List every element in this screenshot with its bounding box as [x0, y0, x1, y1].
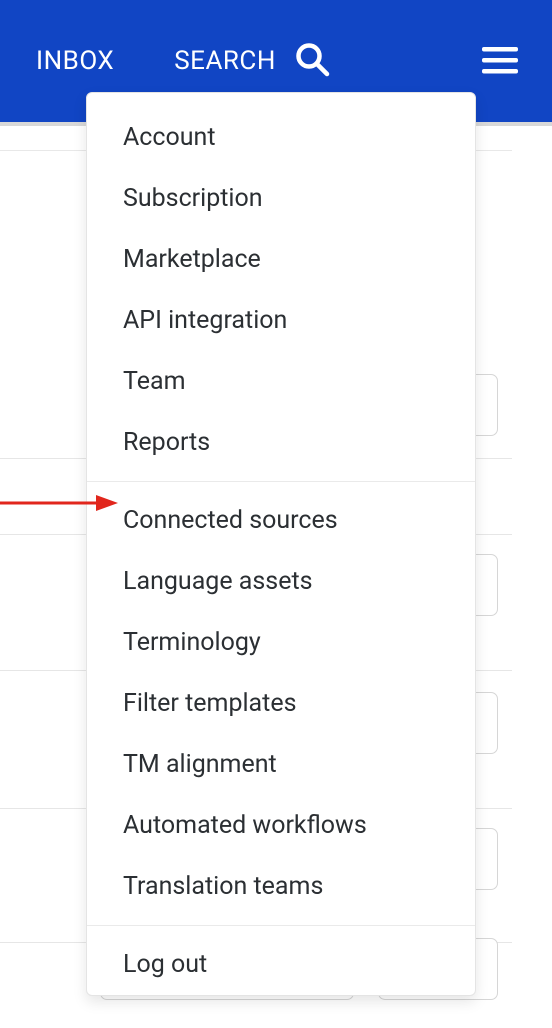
menu-divider	[87, 925, 475, 926]
menu-item-reports[interactable]: Reports	[87, 412, 475, 473]
search-icon	[294, 41, 330, 81]
menu-item-language-assets[interactable]: Language assets	[87, 551, 475, 612]
menu-item-subscription[interactable]: Subscription	[87, 168, 475, 229]
tab-inbox[interactable]: INBOX	[36, 46, 114, 76]
menu-item-filter-templates[interactable]: Filter templates	[87, 673, 475, 734]
account-dropdown-menu: Account Subscription Marketplace API int…	[86, 92, 476, 996]
menu-item-team[interactable]: Team	[87, 351, 475, 412]
menu-item-marketplace[interactable]: Marketplace	[87, 229, 475, 290]
menu-item-terminology[interactable]: Terminology	[87, 612, 475, 673]
menu-item-connected-sources[interactable]: Connected sources	[87, 490, 475, 551]
menu-item-api-integration[interactable]: API integration	[87, 290, 475, 351]
menu-item-automated-workflows[interactable]: Automated workflows	[87, 795, 475, 856]
tab-search[interactable]: SEARCH	[174, 41, 330, 81]
menu-item-account[interactable]: Account	[87, 93, 475, 168]
menu-item-translation-teams[interactable]: Translation teams	[87, 856, 475, 917]
search-label: SEARCH	[174, 46, 276, 76]
menu-item-log-out[interactable]: Log out	[87, 934, 475, 995]
hamburger-menu-button[interactable]	[478, 39, 522, 83]
menu-item-tm-alignment[interactable]: TM alignment	[87, 734, 475, 795]
menu-divider	[87, 481, 475, 482]
